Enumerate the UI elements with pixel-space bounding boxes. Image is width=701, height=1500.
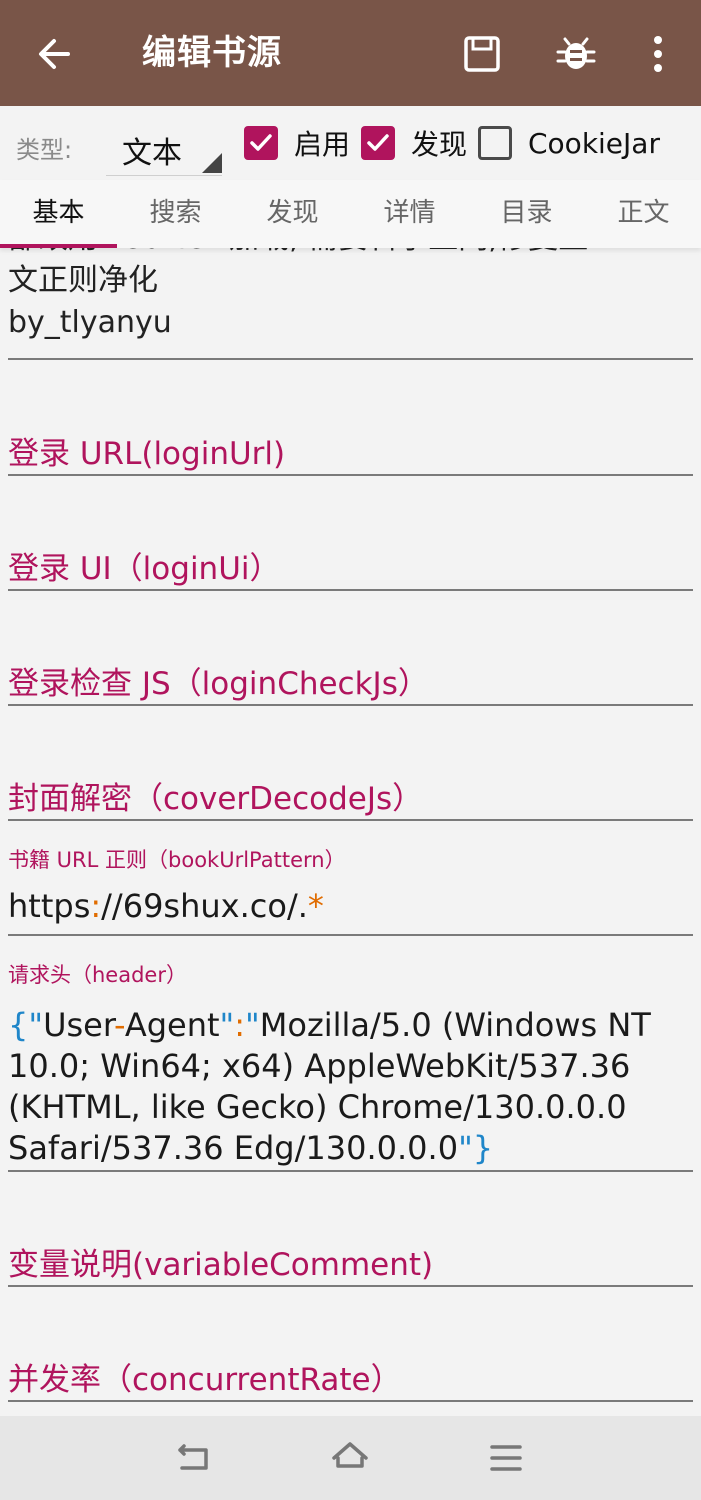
form-content: 部改用webview加载, 需要科学上网;修复正 文正则净化 by_tlyany…	[0, 248, 701, 1416]
cover-decode-js-field[interactable]: 封面解密（coverDecodeJs）	[8, 723, 693, 821]
header-value: {"User-Agent":"Mozilla/5.0 (Windows NT 1…	[8, 1006, 651, 1167]
top-app-bar: 编辑书源	[0, 0, 701, 106]
tab-basic[interactable]: 基本	[0, 180, 117, 248]
edit-book-source-screen: 编辑书源 类型: 文本 启用 发现 CookieJar 基本 搜索 发现 详情 …	[0, 0, 701, 1500]
tab-details[interactable]: 详情	[351, 180, 468, 248]
header-label: 请求头（header）	[8, 963, 187, 987]
checkbox-checked-icon	[361, 126, 395, 160]
tab-discover[interactable]: 发现	[234, 180, 351, 248]
concurrent-rate-field[interactable]: 并发率（concurrentRate）	[8, 1304, 693, 1402]
discover-label: 发现	[411, 128, 468, 161]
login-check-js-hint: 登录检查 JS（loginCheckJs）	[8, 666, 429, 702]
tab-content[interactable]: 正文	[585, 180, 701, 248]
book-url-pattern-field[interactable]: 书籍 URL 正则（bookUrlPattern） https://69shux…	[8, 838, 693, 936]
cover-decode-js-hint: 封面解密（coverDecodeJs）	[8, 781, 424, 817]
tab-toc[interactable]: 目录	[468, 180, 585, 248]
login-url-hint: 登录 URL(loginUrl)	[8, 436, 286, 472]
cookiejar-label: CookieJar	[528, 126, 660, 160]
back-arrow-icon[interactable]	[30, 30, 78, 78]
page-title: 编辑书源	[142, 33, 282, 73]
source-options-row: 类型: 文本 启用 发现 CookieJar	[0, 106, 701, 180]
type-select-value: 文本	[122, 136, 182, 171]
source-comment-field[interactable]: 部改用webview加载, 需要科学上网;修复正 文正则净化 by_tlyany…	[8, 248, 693, 360]
discover-checkbox[interactable]: 发现	[361, 124, 467, 162]
nav-menu-icon[interactable]	[484, 1436, 528, 1480]
source-comment-text: 部改用webview加载, 需要科学上网;修复正 文正则净化 by_tlyany…	[8, 248, 588, 340]
tab-search[interactable]: 搜索	[117, 180, 234, 248]
enable-label: 启用	[294, 128, 351, 161]
type-select[interactable]: 文本	[106, 122, 222, 176]
login-check-js-field[interactable]: 登录检查 JS（loginCheckJs）	[8, 608, 693, 706]
login-ui-field[interactable]: 登录 UI（loginUi）	[8, 493, 693, 591]
variable-comment-hint: 变量说明(variableComment)	[8, 1247, 434, 1283]
more-vert-icon[interactable]	[634, 30, 682, 78]
header-field[interactable]: 请求头（header） {"User-Agent":"Mozilla/5.0 (…	[8, 953, 693, 1172]
dropdown-triangle-icon	[202, 153, 222, 173]
nav-back-icon[interactable]	[172, 1436, 216, 1480]
tab-bar: 基本 搜索 发现 详情 目录 正文	[0, 180, 701, 248]
checkbox-unchecked-icon	[478, 126, 512, 160]
concurrent-rate-hint: 并发率（concurrentRate）	[8, 1362, 402, 1398]
type-label: 类型:	[16, 136, 73, 164]
checkbox-checked-icon	[244, 126, 278, 160]
book-url-pattern-label: 书籍 URL 正则（bookUrlPattern）	[8, 848, 346, 872]
cookiejar-checkbox[interactable]: CookieJar	[478, 124, 660, 162]
enable-checkbox[interactable]: 启用	[244, 124, 350, 162]
login-url-field[interactable]: 登录 URL(loginUrl)	[8, 378, 693, 476]
save-icon[interactable]	[458, 30, 506, 78]
variable-comment-field[interactable]: 变量说明(variableComment)	[8, 1189, 693, 1287]
debug-bug-icon[interactable]	[552, 30, 600, 78]
login-ui-hint: 登录 UI（loginUi）	[8, 551, 281, 587]
system-navigation-bar	[0, 1416, 701, 1500]
book-url-pattern-value: https://69shux.co/.*	[8, 887, 324, 925]
nav-home-icon[interactable]	[328, 1436, 372, 1480]
